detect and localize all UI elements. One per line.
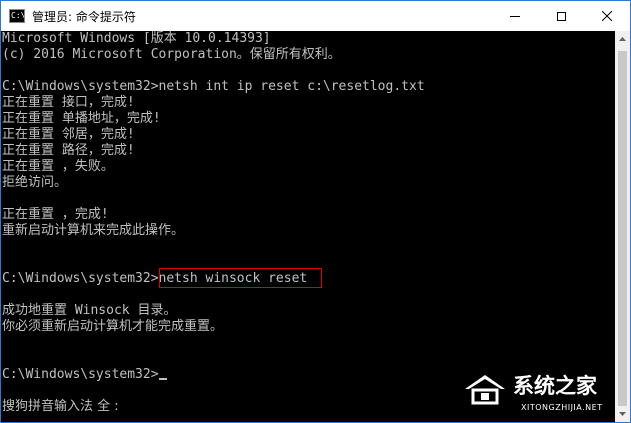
scroll-thumb[interactable] — [618, 51, 627, 406]
house-logo-icon — [465, 375, 505, 405]
watermark: 系统之家 XITONGZHIJIA.NET — [457, 367, 630, 421]
console-output[interactable]: Microsoft Windows [版本 10.0.14393] (c) 20… — [1, 31, 615, 422]
console-line: 正在重置 单播地址，完成! — [2, 111, 161, 126]
console-line: Microsoft Windows [版本 10.0.14393] — [2, 31, 271, 46]
console-line: 拒绝访问。 — [2, 175, 68, 190]
console-line: (c) 2016 Microsoft Corporation。保留所有权利。 — [2, 47, 341, 62]
minimize-icon — [510, 15, 520, 17]
console-line: 你必须重新启动计算机才能完成重置。 — [2, 319, 224, 334]
ime-status-bar: 搜狗拼音输入法 全 : — [2, 399, 119, 414]
prompt-text: C:\Windows\system32> — [2, 367, 159, 382]
close-icon — [602, 11, 612, 21]
command-highlight-box — [159, 268, 322, 288]
console-line: 重新启动计算机来完成此操作。 — [2, 223, 185, 238]
maximize-icon — [556, 11, 566, 21]
console-line: 正在重置 接口，完成! — [2, 95, 135, 110]
console-line: 正在重置 ，完成! — [2, 207, 109, 222]
prompt-line[interactable]: C:\Windows\system32> — [2, 367, 167, 383]
close-button[interactable] — [584, 1, 630, 31]
window-title: 管理员: 命令提示符 — [32, 10, 136, 24]
console-icon[interactable]: C:\ — [9, 9, 25, 23]
command-prompt-window: C:\ 管理员: 命令提示符 Microsoft Windows [版本 10.… — [0, 0, 631, 423]
title-bar[interactable]: C:\ 管理员: 命令提示符 — [1, 1, 630, 31]
console-line: 正在重置 路径，完成! — [2, 143, 135, 158]
chevron-up-icon — [619, 37, 626, 41]
minimize-button[interactable] — [492, 1, 538, 31]
text-cursor — [158, 378, 167, 380]
console-line: 正在重置 ，失败。 — [2, 159, 114, 174]
console-line: 成功地重置 Winsock 目录。 — [2, 303, 177, 318]
vertical-scrollbar[interactable] — [615, 31, 630, 422]
console-line: 正在重置 邻居，完成! — [2, 127, 135, 142]
maximize-button[interactable] — [538, 1, 584, 31]
scroll-up-button[interactable] — [615, 31, 630, 47]
console-line: C:\Windows\system32>netsh int ip reset c… — [2, 79, 425, 94]
watermark-name: 系统之家 — [513, 374, 597, 398]
watermark-url: XITONGZHIJIA.NET — [521, 403, 603, 412]
